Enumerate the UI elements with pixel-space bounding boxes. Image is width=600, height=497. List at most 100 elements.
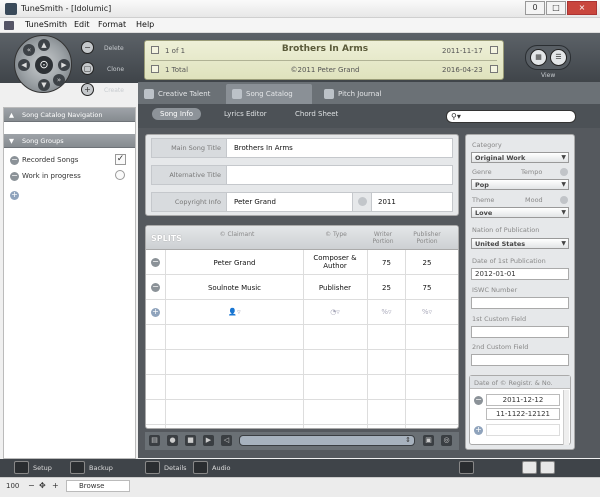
custom1-field[interactable]	[471, 326, 569, 338]
folder-icon[interactable]: ▤	[149, 435, 160, 446]
volume-icon[interactable]: ◁	[221, 435, 232, 446]
main-title-field[interactable]: Main Song Title Brothers In Arms	[151, 138, 453, 158]
record-button-icon[interactable]: ●	[167, 435, 178, 446]
writer-cell[interactable]: 75	[368, 259, 405, 267]
type-cell[interactable]: Publisher	[306, 284, 364, 292]
play-icon[interactable]: ▶	[203, 435, 214, 446]
main-title-value[interactable]: Brothers In Arms	[234, 144, 293, 152]
zoom-level[interactable]: 100	[6, 482, 19, 490]
custom2-field[interactable]	[471, 354, 569, 366]
list-view-icon[interactable]: ☰	[550, 49, 567, 66]
nav-center-icon[interactable]: ⊙	[35, 56, 53, 74]
create-icon[interactable]: +	[81, 83, 94, 96]
refresh-icon[interactable]: ◎	[441, 435, 452, 446]
mood-icon[interactable]	[560, 196, 568, 204]
claimant-picker-icon[interactable]: 👤▿	[166, 308, 303, 316]
category-select[interactable]: Original Work ▼	[471, 152, 569, 163]
new-row[interactable]: + 👤▿ ◔▿ %▿ %▿	[146, 300, 458, 325]
maximize-button[interactable]: □	[546, 1, 566, 15]
iswc-field[interactable]	[471, 297, 569, 309]
genre-select[interactable]: Pop ▼	[471, 179, 569, 190]
app-menu-icon[interactable]	[4, 21, 14, 30]
song-groups-header[interactable]: ▼ Song Groups	[4, 134, 135, 148]
registration-scrollbar[interactable]	[563, 390, 569, 445]
group-radio[interactable]	[115, 170, 125, 180]
close-button[interactable]: ×	[567, 1, 597, 15]
copyright-value[interactable]: Peter Grand	[234, 198, 276, 206]
registration-number[interactable]: 11-1122-12121	[486, 408, 560, 420]
menu-tunesmith[interactable]: TuneSmith	[25, 20, 67, 29]
menu-edit[interactable]: Edit	[74, 20, 90, 29]
group-row[interactable]: − Recorded Songs ✓	[4, 152, 135, 168]
publisher-cell[interactable]: 25	[406, 259, 448, 267]
type-picker-icon[interactable]: ◔▿	[306, 308, 364, 316]
export-icon[interactable]	[540, 461, 555, 474]
registration-date[interactable]: 2011-12-12	[486, 394, 560, 406]
mode-select[interactable]: Browse	[66, 480, 130, 492]
copyright-field[interactable]: Copyright Info Peter Grand 2011	[151, 192, 453, 212]
audio-icon[interactable]	[193, 461, 208, 474]
plus-icon[interactable]: +	[52, 481, 59, 490]
tab-pitch-journal[interactable]: Pitch Journal	[318, 84, 404, 104]
search-input[interactable]: ⚲▾	[446, 110, 576, 123]
zoom-in-icon[interactable]: ✥	[39, 481, 46, 490]
clone-icon[interactable]: ▢	[81, 62, 94, 75]
grid-view-icon[interactable]: ▦	[530, 49, 547, 66]
arrow-up-icon[interactable]: ▲	[38, 39, 50, 51]
audio-progress-slider[interactable]: ⇕	[239, 435, 415, 446]
writer-percent-icon[interactable]: %▿	[368, 308, 405, 316]
save-icon[interactable]: ▣	[423, 435, 434, 446]
menu-help[interactable]: Help	[136, 20, 154, 29]
subtab-song-info[interactable]: Song Info	[152, 108, 202, 120]
add-registration-icon[interactable]: +	[474, 426, 483, 435]
arrow-first-icon[interactable]: «	[23, 44, 35, 56]
setup-icon[interactable]	[14, 461, 29, 474]
tab-song-catalog[interactable]: Song Catalog	[226, 84, 312, 104]
details-icon[interactable]	[145, 461, 160, 474]
navigation-wheel[interactable]: ▲ ▼ ◀ ▶ « » ⊙	[14, 35, 72, 93]
audio-label[interactable]: Audio	[212, 464, 230, 472]
table-row[interactable]: − Soulnote Music Publisher 25 75	[146, 275, 458, 300]
remove-registration-icon[interactable]: −	[474, 396, 483, 405]
delete-label[interactable]: Delete	[104, 45, 124, 52]
alt-title-field[interactable]: Alternative Title	[151, 165, 453, 185]
subtab-lyrics-editor[interactable]: Lyrics Editor	[224, 110, 267, 118]
delete-icon[interactable]: −	[81, 41, 94, 54]
nation-select[interactable]: United States ▼	[471, 238, 569, 249]
clone-label[interactable]: Clone	[107, 66, 124, 73]
group-checkbox[interactable]: ✓	[115, 154, 126, 165]
type-cell[interactable]: Composer & Author	[306, 254, 364, 270]
backup-icon[interactable]	[70, 461, 85, 474]
claimant-cell[interactable]: Peter Grand	[166, 259, 303, 267]
registration-new-field[interactable]	[486, 424, 560, 436]
menu-format[interactable]: Format	[98, 20, 126, 29]
group-row[interactable]: − Work in progress	[4, 168, 135, 184]
writer-cell[interactable]: 25	[368, 284, 405, 292]
publisher-cell[interactable]: 75	[406, 284, 448, 292]
catalog-nav-header[interactable]: ▲ Song Catalog Navigation	[4, 108, 135, 122]
tab-creative-talent[interactable]: Creative Talent	[138, 84, 224, 104]
view-toggle[interactable]: ▦ ☰	[525, 45, 571, 70]
add-group-icon[interactable]: +	[10, 191, 19, 200]
minimize-button[interactable]: 0	[525, 1, 545, 15]
backup-label[interactable]: Backup	[89, 464, 113, 472]
subtab-chord-sheet[interactable]: Chord Sheet	[295, 110, 338, 118]
claimant-cell[interactable]: Soulnote Music	[166, 284, 303, 292]
remove-group-icon[interactable]: −	[10, 156, 19, 165]
check-icon[interactable]	[522, 461, 537, 474]
arrow-right-icon[interactable]: ▶	[58, 59, 70, 71]
publisher-percent-icon[interactable]: %▿	[406, 308, 448, 316]
remove-group-icon[interactable]: −	[10, 172, 19, 181]
theme-select[interactable]: Love ▼	[471, 207, 569, 218]
setup-label[interactable]: Setup	[33, 464, 52, 472]
pub-date-field[interactable]: 2012-01-01	[471, 268, 569, 280]
arrow-left-icon[interactable]: ◀	[18, 59, 30, 71]
arrow-down-icon[interactable]: ▼	[38, 79, 50, 91]
copyright-year[interactable]: 2011	[378, 198, 396, 206]
tempo-icon[interactable]	[560, 168, 568, 176]
add-row-icon[interactable]: +	[151, 308, 160, 317]
remove-row-icon[interactable]: −	[151, 258, 160, 267]
create-label[interactable]: Create	[104, 87, 124, 94]
arrow-last-icon[interactable]: »	[53, 74, 65, 86]
table-row[interactable]: − Peter Grand Composer & Author 75 25	[146, 250, 458, 275]
